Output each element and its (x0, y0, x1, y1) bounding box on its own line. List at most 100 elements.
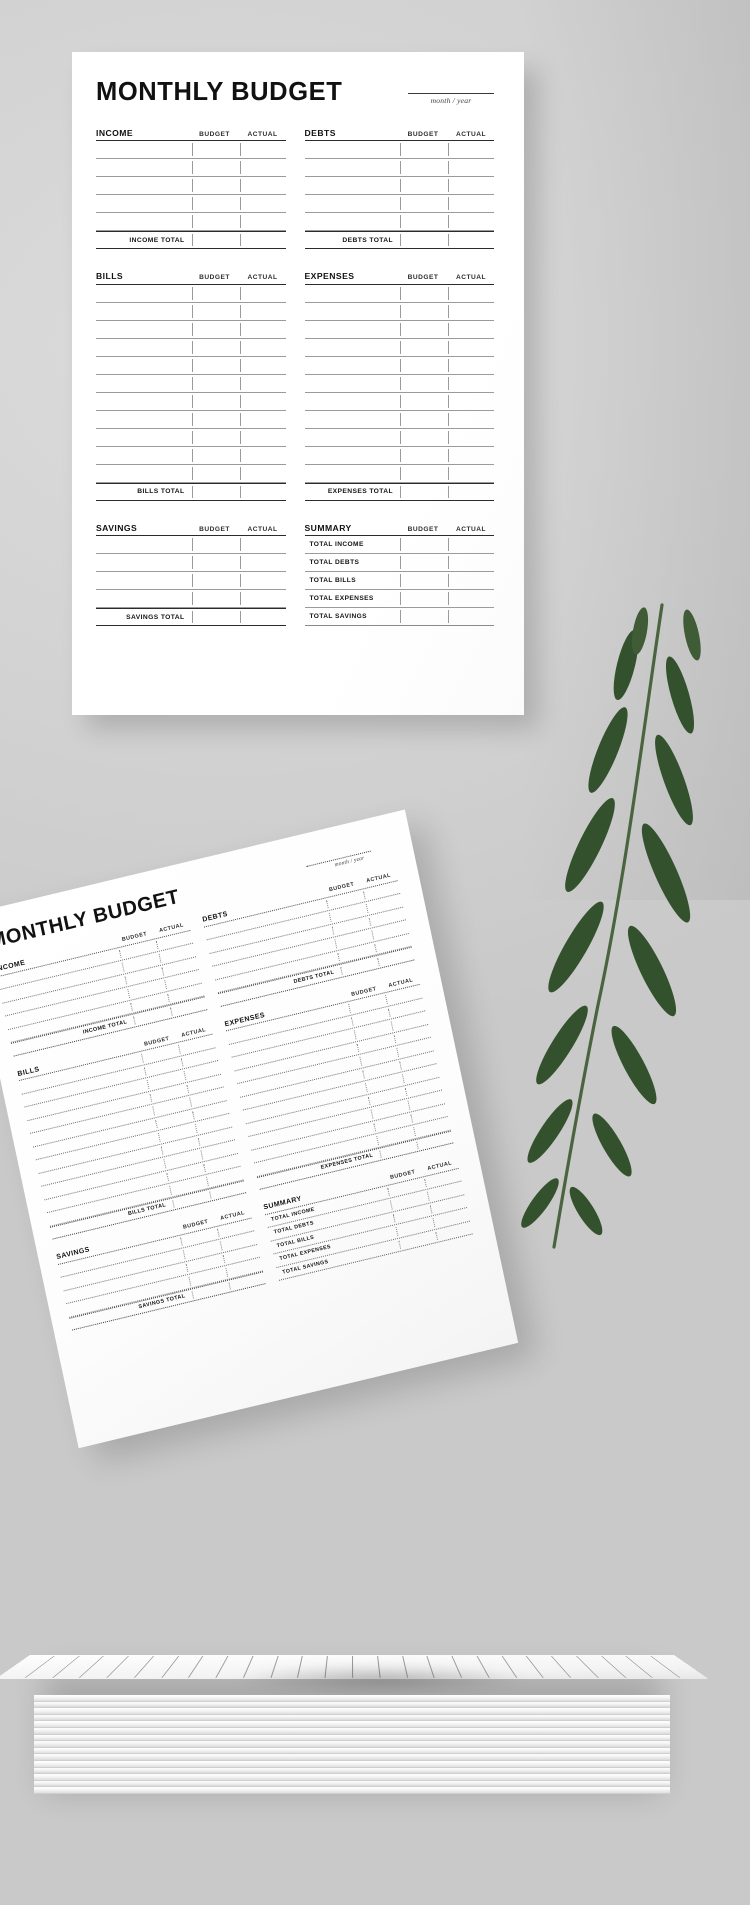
entry-name-field[interactable] (96, 447, 192, 464)
entry-row[interactable] (304, 339, 494, 357)
entry-name-field[interactable] (96, 339, 192, 356)
entry-name-field[interactable] (96, 465, 192, 482)
entry-name-field[interactable] (305, 213, 401, 230)
entry-row[interactable] (96, 159, 286, 177)
budget-cell[interactable] (400, 179, 446, 192)
entry-name-field[interactable] (305, 159, 401, 176)
entry-row[interactable] (304, 357, 494, 375)
budget-cell[interactable] (400, 412, 446, 426)
budget-cell[interactable] (191, 538, 238, 551)
actual-cell[interactable] (239, 556, 286, 569)
entry-row[interactable] (96, 375, 286, 393)
month-year-field-tilted[interactable]: month / year (306, 846, 392, 876)
budget-cell[interactable] (400, 143, 446, 156)
entry-row[interactable] (96, 285, 286, 303)
budget-cell[interactable] (191, 304, 238, 318)
budget-cell[interactable] (191, 611, 238, 623)
budget-cell[interactable] (191, 556, 238, 569)
total-row-bills[interactable]: BILLS TOTAL (96, 482, 286, 501)
entry-name-field[interactable] (96, 159, 192, 176)
actual-cell[interactable] (448, 304, 494, 318)
entry-name-field[interactable] (96, 213, 192, 230)
budget-cell[interactable] (191, 485, 238, 498)
entry-row[interactable] (96, 536, 286, 554)
budget-cell[interactable] (191, 215, 238, 228)
entry-name-field[interactable] (96, 177, 192, 194)
entry-row[interactable] (96, 447, 286, 465)
entry-row[interactable] (96, 554, 286, 572)
actual-cell[interactable] (448, 448, 494, 462)
entry-row[interactable] (304, 159, 494, 177)
budget-cell[interactable] (191, 592, 238, 605)
actual-cell[interactable] (448, 340, 494, 354)
actual-cell[interactable] (239, 466, 286, 480)
entry-row[interactable] (304, 411, 494, 429)
entry-name-field[interactable] (96, 195, 192, 212)
entry-name-field[interactable] (96, 411, 192, 428)
actual-cell[interactable] (239, 430, 286, 444)
budget-cell[interactable] (400, 322, 446, 336)
entry-name-field[interactable] (96, 590, 192, 607)
entry-row[interactable] (304, 447, 494, 465)
entry-row[interactable] (96, 303, 286, 321)
entry-row[interactable] (96, 177, 286, 195)
actual-cell[interactable] (239, 412, 286, 426)
budget-cell[interactable] (191, 340, 238, 354)
budget-cell[interactable] (191, 466, 238, 480)
actual-cell[interactable] (448, 143, 494, 156)
entry-name-field[interactable] (96, 357, 192, 374)
entry-name-field[interactable] (305, 285, 401, 302)
entry-name-field[interactable] (96, 375, 192, 392)
summary-row[interactable]: TOTAL BILLS (304, 572, 494, 590)
entry-row[interactable] (304, 195, 494, 213)
budget-cell[interactable] (400, 358, 446, 372)
total-row-debts[interactable]: DEBTS TOTAL (304, 231, 494, 249)
actual-cell[interactable] (239, 286, 286, 300)
actual-cell[interactable] (239, 234, 286, 246)
actual-cell[interactable] (239, 538, 286, 551)
entry-name-field[interactable] (96, 321, 192, 338)
entry-name-field[interactable] (305, 357, 401, 374)
budget-cell[interactable] (400, 448, 446, 462)
actual-cell[interactable] (239, 197, 286, 210)
actual-cell[interactable] (448, 466, 494, 480)
budget-cell[interactable] (400, 376, 446, 390)
actual-cell[interactable] (239, 143, 286, 156)
entry-row[interactable] (96, 411, 286, 429)
total-row-savings[interactable]: SAVINGS TOTAL (96, 608, 286, 626)
entry-row[interactable] (304, 177, 494, 195)
actual-cell[interactable] (239, 394, 286, 408)
actual-cell[interactable] (448, 574, 494, 587)
budget-cell[interactable] (191, 161, 238, 174)
actual-cell[interactable] (448, 430, 494, 444)
summary-row[interactable]: TOTAL SAVINGS (304, 608, 494, 626)
actual-cell[interactable] (239, 358, 286, 372)
budget-cell[interactable] (191, 412, 238, 426)
entry-row[interactable] (304, 393, 494, 411)
budget-cell[interactable] (400, 215, 446, 228)
budget-cell[interactable] (400, 304, 446, 318)
entry-name-field[interactable] (305, 429, 401, 446)
budget-cell[interactable] (191, 322, 238, 336)
budget-cell[interactable] (191, 430, 238, 444)
budget-cell[interactable] (400, 394, 446, 408)
budget-cell[interactable] (191, 234, 238, 246)
entry-row[interactable] (96, 213, 286, 231)
entry-name-field[interactable] (305, 465, 401, 482)
budget-cell[interactable] (400, 430, 446, 444)
budget-cell[interactable] (400, 197, 446, 210)
entry-name-field[interactable] (305, 141, 401, 158)
entry-row[interactable] (304, 321, 494, 339)
actual-cell[interactable] (448, 610, 494, 623)
budget-cell[interactable] (400, 574, 446, 587)
total-row-expenses[interactable]: EXPENSES TOTAL (304, 482, 494, 501)
actual-cell[interactable] (448, 286, 494, 300)
actual-cell[interactable] (239, 611, 286, 623)
summary-row[interactable]: TOTAL EXPENSES (304, 590, 494, 608)
entry-row[interactable] (96, 393, 286, 411)
budget-cell[interactable] (191, 448, 238, 462)
budget-cell[interactable] (191, 179, 238, 192)
actual-cell[interactable] (448, 322, 494, 336)
entry-row[interactable] (304, 303, 494, 321)
actual-cell[interactable] (448, 161, 494, 174)
